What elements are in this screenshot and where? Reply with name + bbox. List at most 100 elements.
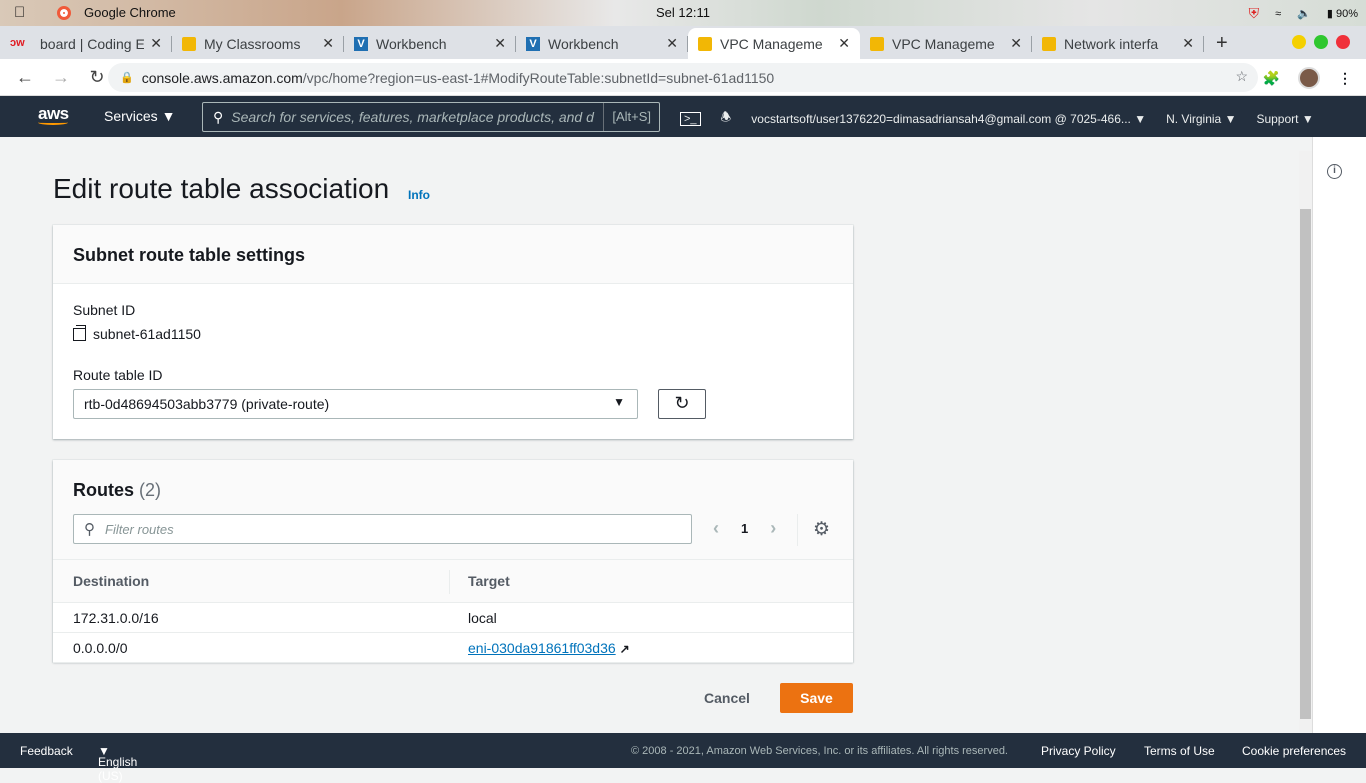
subnet-settings-panel: Subnet route table settings Subnet ID su… — [53, 225, 853, 439]
clock[interactable]: Sel 12:11 — [656, 5, 710, 20]
tab-title: VPC Manageme — [720, 35, 823, 52]
aws-search-input[interactable]: ⚲ Search for services, features, marketp… — [202, 102, 660, 132]
browser-tab[interactable]: Network interfa ✕ — [1032, 28, 1204, 59]
tab-title: My Classrooms — [204, 35, 301, 52]
bell-icon[interactable]: 🕭 — [721, 108, 732, 129]
scrollbar[interactable] — [1299, 151, 1312, 732]
extensions-icon[interactable]: 🧩 — [1263, 70, 1280, 87]
filter-routes-input[interactable]: ⚲ Filter routes — [73, 514, 692, 544]
os-menu-bar:  Google Chrome Sel 12:11 ⛨ ≈ 🔈 ▮ 90% — [0, 0, 1366, 26]
services-menu[interactable]: Services ▼ — [104, 108, 175, 124]
forward-icon[interactable]: → — [50, 67, 72, 88]
routes-panel: Routes (2) ⚲ Filter routes ‹ 1 › ⚙ Destin… — [53, 460, 853, 663]
cookie-preferences-link[interactable]: Cookie preferences — [1242, 744, 1346, 758]
close-window-button[interactable] — [1336, 35, 1350, 49]
page-number[interactable]: 1 — [741, 521, 748, 536]
target-cell: local — [468, 610, 497, 626]
account-label: vocstartsoft/user1376220=dimasadriansah4… — [751, 111, 1131, 126]
close-tab-icon[interactable]: ✕ — [1010, 35, 1022, 52]
browser-tab[interactable]: V Workbench ✕ — [516, 28, 688, 59]
prev-page-icon[interactable]: ‹ — [713, 518, 719, 539]
table-row: 0.0.0.0/0 eni-030da91861ff03d36 ↗ — [53, 633, 853, 663]
help-panel-rail: i — [1312, 137, 1366, 733]
tab-title: Workbench — [548, 35, 619, 52]
browser-tab[interactable]: VPC Manageme ✕ — [860, 28, 1032, 59]
routes-title: Routes (2) — [73, 480, 161, 501]
search-placeholder: Search for services, features, marketpla… — [231, 109, 594, 125]
region-menu[interactable]: N. Virginia ▼ — [1166, 112, 1236, 126]
close-tab-icon[interactable]: ✕ — [494, 35, 506, 52]
aws-footer: Feedback English (US) ▼ © 2008 - 2021, A… — [0, 733, 1366, 783]
minimize-button[interactable] — [1292, 35, 1306, 49]
gear-icon[interactable]: ⚙ — [813, 518, 830, 541]
reload-icon[interactable]: ↻ — [86, 67, 108, 88]
routes-title-text: Routes — [73, 480, 135, 500]
apple-icon[interactable]:  — [14, 4, 25, 21]
column-divider — [449, 570, 450, 594]
route-table-select[interactable]: rtb-0d48694503abb3779 (private-route) ▼ — [73, 389, 638, 419]
volume-icon[interactable]: 🔈 — [1297, 7, 1311, 20]
aws-cube-icon — [698, 36, 712, 51]
close-tab-icon[interactable]: ✕ — [322, 35, 334, 52]
refresh-icon: ↻ — [674, 393, 690, 413]
tab-title: VPC Manageme — [892, 35, 995, 52]
table-header: Destination Target — [53, 559, 853, 603]
next-page-icon[interactable]: › — [770, 518, 776, 539]
browser-tab[interactable]: My Classrooms ✕ — [172, 28, 344, 59]
menu-kebab-icon[interactable]: ⋮ — [1338, 70, 1352, 87]
column-destination[interactable]: Destination — [73, 573, 149, 589]
terms-link[interactable]: Terms of Use — [1144, 744, 1215, 758]
close-tab-icon[interactable]: ✕ — [150, 35, 162, 52]
routes-count: (2) — [139, 480, 162, 500]
aws-logo-text: aws — [38, 104, 69, 123]
cancel-button[interactable]: Cancel — [704, 690, 750, 706]
aws-nav-bar: aws Services ▼ ⚲ Search for services, fe… — [0, 96, 1366, 137]
column-target[interactable]: Target — [468, 573, 510, 589]
region-label: N. Virginia — [1166, 111, 1222, 126]
aws-logo[interactable]: aws — [38, 104, 69, 125]
profile-avatar[interactable] — [1298, 67, 1320, 89]
panel-header: Subnet route table settings — [53, 225, 853, 284]
info-icon[interactable]: i — [1327, 164, 1342, 179]
tab-strip: ɔw board | Coding E ✕ My Classrooms ✕ V Workbe… — [0, 26, 1366, 59]
support-menu[interactable]: Support ▼ — [1256, 112, 1313, 126]
url-input[interactable]: 🔒 console.aws.amazon.com/vpc/home?region… — [108, 63, 1258, 92]
copy-icon[interactable] — [73, 324, 86, 341]
shield-alert-icon[interactable]: ⛨ — [1249, 5, 1260, 22]
scrollbar-thumb[interactable] — [1300, 209, 1311, 719]
services-label: Services — [104, 108, 158, 124]
browser-tab[interactable]: ɔw board | Coding E ✕ — [0, 28, 172, 59]
close-tab-icon[interactable]: ✕ — [1182, 35, 1194, 52]
maximize-button[interactable] — [1314, 35, 1328, 49]
feedback-link[interactable]: Feedback — [20, 744, 73, 758]
back-icon[interactable]: ← — [14, 67, 36, 88]
browser-tab[interactable]: V Workbench ✕ — [344, 28, 516, 59]
close-tab-icon[interactable]: ✕ — [666, 35, 678, 52]
refresh-button[interactable]: ↻ — [658, 389, 706, 419]
address-bar-row: ← → ↻ 🔒 console.aws.amazon.com/vpc/home?… — [0, 59, 1366, 96]
target-link[interactable]: eni-030da91861ff03d36 — [468, 640, 616, 656]
close-tab-icon[interactable]: ✕ — [838, 35, 850, 52]
cloudshell-icon[interactable]: >_ — [680, 111, 701, 126]
wifi-icon[interactable]: ≈ — [1275, 8, 1281, 20]
browser-tab[interactable]: VPC Manageme ✕ — [688, 28, 860, 59]
caret-down-icon: ▼ — [613, 395, 625, 409]
search-icon: ⚲ — [213, 108, 224, 125]
destination-cell: 0.0.0.0/0 — [73, 640, 128, 656]
bookmark-star-icon[interactable]: ☆ — [1235, 68, 1248, 85]
pagination: ‹ 1 › — [713, 518, 776, 539]
info-link[interactable]: Info — [408, 188, 430, 202]
support-label: Support — [1256, 111, 1299, 126]
save-button[interactable]: Save — [780, 683, 853, 713]
subnet-id-label: Subnet ID — [73, 302, 136, 318]
account-menu[interactable]: vocstartsoft/user1376220=dimasadriansah4… — [751, 112, 1146, 126]
battery-indicator[interactable]: ▮ 90% — [1327, 7, 1358, 20]
app-name[interactable]: Google Chrome — [84, 5, 176, 20]
new-tab-button[interactable]: + — [1204, 32, 1240, 59]
search-icon: ⚲ — [84, 521, 95, 538]
language-select[interactable]: English (US) ▼ — [98, 744, 137, 783]
url-path: /vpc/home?region=us-east-1#ModifyRouteTa… — [302, 69, 775, 86]
dicoding-icon: ɔw — [10, 36, 25, 49]
external-link-icon[interactable]: ↗ — [620, 642, 630, 656]
privacy-link[interactable]: Privacy Policy — [1041, 744, 1116, 758]
